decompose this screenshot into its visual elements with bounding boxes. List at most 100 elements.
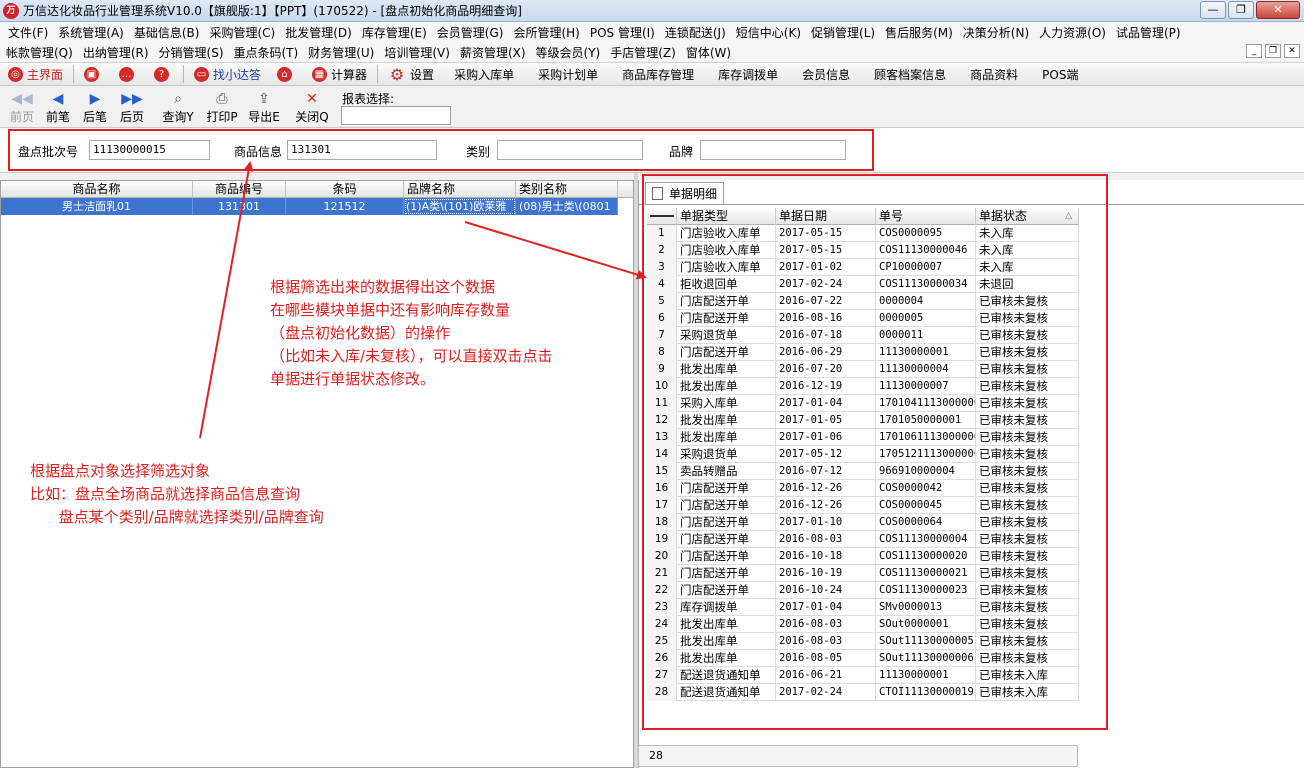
- menu-item[interactable]: 短信中心(K): [731, 24, 806, 41]
- help-button[interactable]: ?: [146, 62, 181, 86]
- menu-item[interactable]: 基础信息(B): [129, 24, 205, 41]
- table-row[interactable]: 23 库存调拨单 2017-01-04 SMv0000013 已审核未复核: [647, 599, 1079, 616]
- col-document-type[interactable]: 单据类型: [677, 208, 776, 225]
- table-row[interactable]: 22 门店配送开单 2016-10-24 COS11130000023 已审核未复核: [647, 582, 1079, 599]
- menu-item[interactable]: 出纳管理(R): [78, 44, 154, 61]
- table-row[interactable]: 25 批发出库单 2016-08-03 SOut11130000005 已审核未复核: [647, 633, 1079, 650]
- menu-item[interactable]: 采购管理(C): [204, 24, 280, 41]
- quick-link-button[interactable]: POS端: [1030, 62, 1090, 86]
- col-document-date[interactable]: 单据日期: [776, 208, 876, 225]
- category-input[interactable]: [497, 140, 643, 160]
- quick-link-button[interactable]: 商品库存管理: [610, 62, 706, 86]
- restore-button[interactable]: ❐: [1228, 1, 1254, 19]
- menu-item[interactable]: 人力资源(O): [1034, 24, 1111, 41]
- menu-item[interactable]: 会所管理(H): [508, 24, 584, 41]
- first-page-button[interactable]: ◀◀ 前页: [3, 90, 41, 125]
- minimize-button[interactable]: —: [1200, 1, 1226, 19]
- table-row[interactable]: 4 拒收退回单 2017-02-24 COS11130000034 未退回: [647, 276, 1079, 293]
- quick-link-button[interactable]: 商品资料: [958, 62, 1030, 86]
- home-button[interactable]: ⌂: [269, 62, 304, 86]
- menu-item[interactable]: 批发管理(D): [280, 24, 357, 41]
- table-row[interactable]: 6 门店配送开单 2016-08-16 0000005 已审核未复核: [647, 310, 1079, 327]
- brand-input[interactable]: [700, 140, 846, 160]
- menu-item[interactable]: 文件(F): [0, 24, 53, 41]
- col-document-number[interactable]: 单号: [876, 208, 976, 225]
- table-row[interactable]: 5 门店配送开单 2016-07-22 0000004 已审核未复核: [647, 293, 1079, 310]
- menu-item[interactable]: POS 管理(I): [585, 24, 660, 41]
- settings-button[interactable]: ⚙ 设置: [380, 62, 442, 86]
- menu-item[interactable]: 试品管理(P): [1111, 24, 1186, 41]
- menu-item[interactable]: 决策分析(N): [958, 24, 1034, 41]
- table-row[interactable]: 24 批发出库单 2016-08-03 SOut0000001 已审核未复核: [647, 616, 1079, 633]
- menu-item[interactable]: 财务管理(U): [303, 44, 379, 61]
- last-page-button[interactable]: ▶▶ 后页: [113, 90, 151, 125]
- close-button[interactable]: ✕ 关闭Q: [293, 90, 331, 125]
- message-button[interactable]: …: [111, 62, 146, 86]
- main-screen-button[interactable]: ◎ 主界面: [0, 62, 71, 86]
- table-row[interactable]: 20 门店配送开单 2016-10-18 COS11130000020 已审核未复核: [647, 548, 1079, 565]
- table-row[interactable]: 16 门店配送开单 2016-12-26 COS0000042 已审核未复核: [647, 480, 1079, 497]
- table-row[interactable]: 15 卖品转赠品 2016-07-12 966910000004 已审核未复核: [647, 463, 1079, 480]
- quick-link-button[interactable]: 会员信息: [790, 62, 862, 86]
- quick-link-button[interactable]: 采购入库单: [442, 62, 526, 86]
- tab-document-detail[interactable]: 单据明细: [645, 182, 725, 204]
- table-row[interactable]: 3 门店验收入库单 2017-01-02 CP10000007 未入库: [647, 259, 1079, 276]
- find-assistant-button[interactable]: ▭ 找小达答: [186, 62, 269, 86]
- export-button[interactable]: ⇪ 导出E: [245, 90, 283, 125]
- menu-item[interactable]: 培训管理(V): [379, 44, 455, 61]
- table-row[interactable]: 9 批发出库单 2016-07-20 11130000004 已审核未复核: [647, 361, 1079, 378]
- quick-link-button[interactable]: 采购计划单: [526, 62, 610, 86]
- col-barcode[interactable]: 条码: [286, 181, 404, 198]
- table-row[interactable]: 26 批发出库单 2016-08-05 SOut11130000006 已审核未复核: [647, 650, 1079, 667]
- calculator-button[interactable]: ▦ 计算器: [304, 62, 375, 86]
- col-product-name[interactable]: 商品名称: [1, 181, 193, 198]
- lock-button[interactable]: ▣: [76, 62, 111, 86]
- table-row[interactable]: 28 配送退货通知单 2017-02-24 CTOI11130000019 已审核未入库: [647, 684, 1079, 701]
- table-row[interactable]: 18 门店配送开单 2017-01-10 COS0000064 已审核未复核: [647, 514, 1079, 531]
- table-row[interactable]: 男士洁面乳01 131301 121512 (1)A类\(101)欧莱雅 (08…: [1, 198, 618, 215]
- menu-item[interactable]: 帐款管理(Q): [0, 44, 78, 61]
- quick-link-button[interactable]: 顾客档案信息: [862, 62, 958, 86]
- mdi-minimize-button[interactable]: _: [1246, 44, 1262, 58]
- mdi-close-button[interactable]: ✕: [1284, 44, 1300, 58]
- menu-item[interactable]: 售后服务(M): [880, 24, 958, 41]
- col-category-name[interactable]: 类别名称: [516, 181, 618, 198]
- next-record-button[interactable]: ▶ 后笔: [76, 90, 114, 125]
- menu-item[interactable]: 分销管理(S): [154, 44, 229, 61]
- table-row[interactable]: 19 门店配送开单 2016-08-03 COS11130000004 已审核未复核: [647, 531, 1079, 548]
- previous-record-button[interactable]: ◀ 前笔: [39, 90, 77, 125]
- menu-item[interactable]: 手店管理(Z): [605, 44, 681, 61]
- table-row[interactable]: 11 采购入库单 2017-01-04 1701041113000000 已审核未复核: [647, 395, 1079, 412]
- table-row[interactable]: 21 门店配送开单 2016-10-19 COS11130000021 已审核未复核: [647, 565, 1079, 582]
- table-row[interactable]: 17 门店配送开单 2016-12-26 COS0000045 已审核未复核: [647, 497, 1079, 514]
- table-row[interactable]: 14 采购退货单 2017-05-12 1705121113000000 已审核未复核: [647, 446, 1079, 463]
- table-row[interactable]: 8 门店配送开单 2016-06-29 11130000001 已审核未复核: [647, 344, 1079, 361]
- menu-item[interactable]: 薪资管理(X): [455, 44, 531, 61]
- col-brand-name[interactable]: 品牌名称: [404, 181, 516, 198]
- menu-item[interactable]: 窗体(W): [681, 44, 736, 61]
- menu-item[interactable]: 库存管理(E): [357, 24, 432, 41]
- menu-item[interactable]: 重点条码(T): [229, 44, 304, 61]
- table-row[interactable]: 12 批发出库单 2017-01-05 1701050000001 已审核未复核: [647, 412, 1079, 429]
- menu-item[interactable]: 连锁配送(J): [660, 24, 731, 41]
- print-button[interactable]: ⎙ 打印P: [203, 90, 241, 125]
- table-row[interactable]: 2 门店验收入库单 2017-05-15 COS11130000046 未入库: [647, 242, 1079, 259]
- product-info-input[interactable]: 131301: [287, 140, 437, 160]
- quick-link-button[interactable]: 库存调拨单: [706, 62, 790, 86]
- table-row[interactable]: 27 配送退货通知单 2016-06-21 11130000001 已审核未入库: [647, 667, 1079, 684]
- menu-item[interactable]: 促销管理(L): [806, 24, 880, 41]
- report-select-input[interactable]: [341, 106, 451, 125]
- menu-item[interactable]: 系统管理(A): [53, 24, 129, 41]
- col-document-status[interactable]: 单据状态 △: [976, 208, 1079, 225]
- query-button[interactable]: ⌕ 查询Y: [159, 90, 197, 125]
- batch-number-input[interactable]: 11130000015: [89, 140, 210, 160]
- mdi-restore-button[interactable]: ❐: [1265, 44, 1281, 58]
- table-row[interactable]: 13 批发出库单 2017-01-06 1701061113000000 已审核未复核: [647, 429, 1079, 446]
- menu-item[interactable]: 等级会员(Y): [531, 44, 606, 61]
- table-row[interactable]: 1 门店验收入库单 2017-05-15 COS0000095 未入库: [647, 225, 1079, 242]
- table-row[interactable]: 10 批发出库单 2016-12-19 11130000007 已审核未复核: [647, 378, 1079, 395]
- menu-item[interactable]: 会员管理(G): [432, 24, 509, 41]
- close-window-button[interactable]: ✕: [1256, 1, 1300, 19]
- table-row[interactable]: 7 采购退货单 2016-07-18 0000011 已审核未复核: [647, 327, 1079, 344]
- col-product-code[interactable]: 商品编号: [193, 181, 286, 198]
